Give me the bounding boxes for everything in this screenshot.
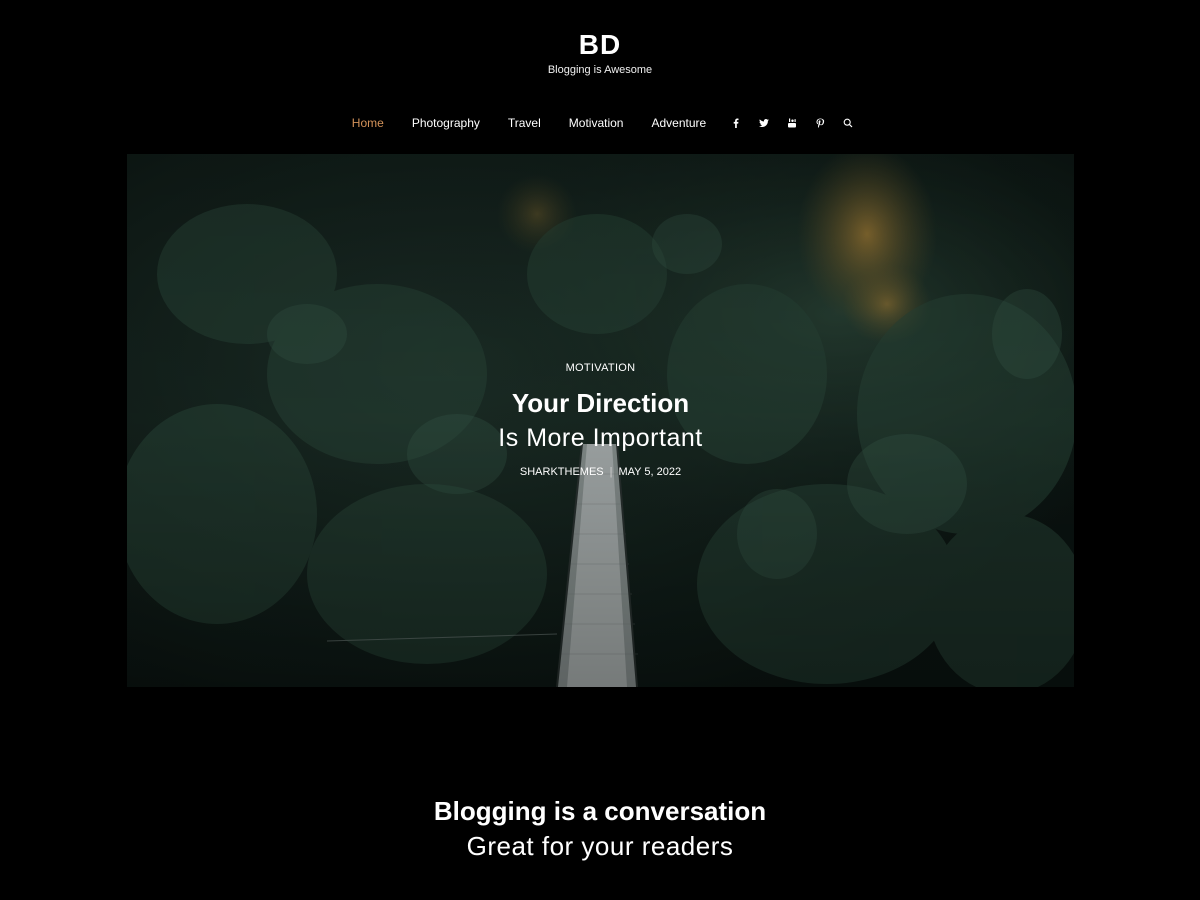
hero-title-line1[interactable]: Your Direction [127, 386, 1074, 420]
social-icons [722, 116, 862, 130]
site-title[interactable]: BD [0, 28, 1200, 62]
hero-banner[interactable]: MOTIVATION Your Direction Is More Import… [127, 154, 1074, 687]
nav-item-home[interactable]: Home [352, 116, 384, 130]
hero-date[interactable]: MAY 5, 2022 [619, 466, 682, 478]
search-icon[interactable] [841, 116, 855, 130]
section-subtitle: Great for your readers [466, 831, 734, 861]
hero-content: MOTIVATION Your Direction Is More Import… [127, 154, 1074, 687]
site-tagline: Blogging is Awesome [547, 64, 653, 76]
nav-item-motivation[interactable]: Motivation [569, 116, 624, 130]
nav-item-travel[interactable]: Travel [508, 116, 541, 130]
meta-separator: | [609, 466, 613, 478]
twitter-icon[interactable] [757, 116, 771, 130]
youtube-icon[interactable] [785, 116, 799, 130]
hero-title-line2[interactable]: Is More Important [127, 421, 1074, 455]
main-nav: Home Photography Travel Motivation Adven… [0, 114, 1200, 132]
pinterest-icon[interactable] [813, 116, 827, 130]
facebook-icon[interactable] [729, 116, 743, 130]
nav-item-photography[interactable]: Photography [412, 116, 480, 130]
hero-meta: SHARKTHEMES | MAY 5, 2022 [127, 464, 1074, 480]
section-title: Blogging is a conversation [433, 796, 767, 826]
hero-author[interactable]: SHARKTHEMES [520, 466, 604, 478]
hero-category[interactable]: MOTIVATION [127, 360, 1074, 376]
nav-item-adventure[interactable]: Adventure [651, 116, 706, 130]
